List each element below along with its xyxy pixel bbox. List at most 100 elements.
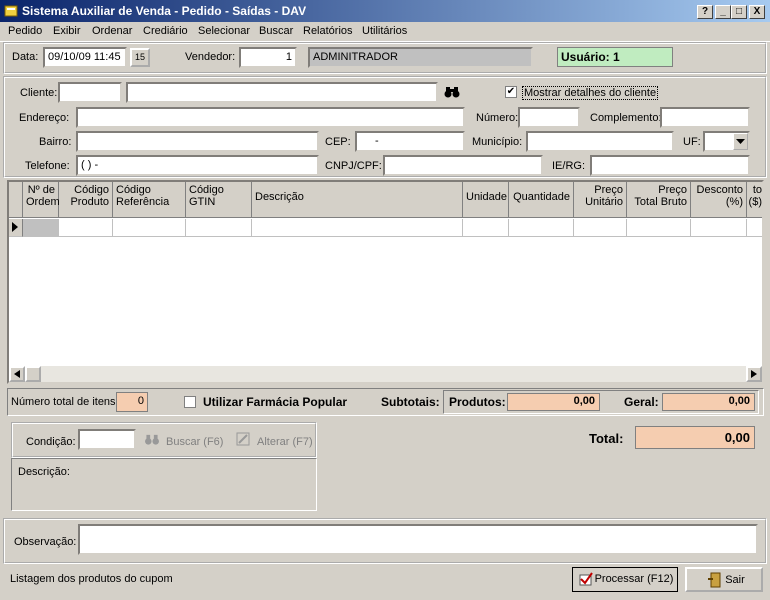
menu-exibir[interactable]: Exibir [53,25,81,37]
bairro-field[interactable] [76,131,319,152]
col-header-desconto-valor[interactable]: to ($) [747,182,762,218]
cliente-label: Cliente: [20,87,58,99]
mostrar-detalhes-checkbox[interactable]: ✔ [505,86,517,98]
numero-label: Número: [476,112,519,124]
table-cell[interactable] [691,219,747,237]
arrow-right-icon [751,370,757,378]
col-header-descricao[interactable]: Descrição [252,182,463,218]
farmacia-checkbox[interactable] [184,396,196,408]
grid-corner [9,182,23,218]
col-header-ordem[interactable]: Nº de Ordem [23,182,60,218]
cnpj-field[interactable] [383,155,543,176]
total-label: Total: [589,431,624,446]
sair-label: Sair [725,574,745,586]
menu-buscar[interactable]: Buscar [259,25,293,37]
chevron-down-icon [736,139,745,144]
uf-dropdown-button[interactable] [733,133,748,150]
table-cell[interactable] [747,219,762,237]
descricao-label: Descrição: [18,466,70,478]
table-cell[interactable] [574,219,627,237]
usuario-badge: Usuário: 1 [557,47,673,67]
municipio-field[interactable] [526,131,674,152]
col-header-codigo-gtin[interactable]: Código GTIN [186,182,252,218]
ie-field[interactable] [590,155,750,176]
menu-bar: Pedido Exibir Ordenar Crediário Selecion… [0,22,770,42]
cliente-name-field[interactable] [126,82,438,103]
col-header-unidade[interactable]: Unidade [463,182,509,218]
row-pointer-icon [12,222,18,232]
table-cell[interactable] [59,219,113,237]
cep-field[interactable]: - [355,131,465,152]
scroll-left-button[interactable] [9,366,25,382]
table-cell[interactable] [23,219,59,237]
geral-value: 0,00 [662,393,755,411]
scroll-thumb[interactable] [25,366,41,382]
menu-utilitarios[interactable]: Utilitários [362,25,407,37]
products-grid[interactable]: Nº de Ordem Código Produto Código Referênci… [7,180,764,384]
menu-pedido[interactable]: Pedido [8,25,42,37]
horizontal-scrollbar[interactable] [9,366,762,382]
uf-select[interactable] [703,131,750,152]
condicao-field[interactable] [78,429,136,450]
minimize-button[interactable]: _ [715,5,731,19]
vendedor-name-field: ADMINITRADOR [308,47,533,68]
ie-label: IE/RG: [552,160,586,172]
buscar-button[interactable]: Buscar (F6) [166,436,223,448]
processar-label: Processar (F12) [594,573,674,585]
col-header-codigo-produto[interactable]: Código Produto [59,182,113,218]
processar-button[interactable]: Processar (F12) [572,567,678,592]
endereco-field[interactable] [76,107,465,128]
maximize-button[interactable]: □ [731,5,747,19]
complemento-field[interactable] [660,107,750,128]
col-header-desconto-pct[interactable]: Desconto (%) [691,182,747,218]
close-button[interactable]: X [749,5,765,19]
calendar-button[interactable]: 15 [130,48,150,67]
complemento-label: Complemento: [590,112,662,124]
table-cell[interactable] [627,219,691,237]
telefone-field[interactable]: ( ) - [76,155,319,176]
data-label: Data: [12,51,39,63]
farmacia-label[interactable]: Utilizar Farmácia Popular [203,395,347,409]
observacao-field[interactable] [78,524,758,555]
menu-crediario[interactable]: Crediário [143,25,188,37]
edit-icon [236,432,250,446]
table-cell[interactable] [113,219,186,237]
status-text: Listagem dos produtos do cupom [10,573,173,585]
col-header-preco-unitario[interactable]: Preço Unitário [574,182,627,218]
menu-relatorios[interactable]: Relatórios [303,25,353,37]
produtos-value: 0,00 [507,393,600,411]
alterar-button[interactable]: Alterar (F7) [257,436,313,448]
table-cell[interactable] [252,219,463,237]
menu-ordenar[interactable]: Ordenar [92,25,132,37]
vendedor-code-field[interactable]: 1 [239,47,297,68]
endereco-label: Endereço: [19,112,70,124]
num-itens-label: Número total de itens: [11,396,119,408]
geral-label: Geral: [624,395,659,409]
help-button[interactable]: ? [697,5,713,19]
uf-label: UF: [683,136,701,148]
binoculars-icon[interactable] [444,85,460,99]
col-header-quantidade[interactable]: Quantidade [509,182,574,218]
data-field[interactable]: 09/10/09 11:45 [43,47,127,68]
cep-label: CEP: [325,136,351,148]
col-header-codigo-referencia[interactable]: Código Referência [113,182,186,218]
table-cell[interactable] [186,219,252,237]
condicao-label: Condição: [26,436,76,448]
produtos-label: Produtos: [449,395,506,409]
calendar-icon: 15 [134,52,145,62]
col-header-preco-total[interactable]: Preço Total Bruto [627,182,691,218]
app-icon [4,5,18,17]
binoculars-icon [145,434,159,445]
numero-field[interactable] [518,107,580,128]
sair-button[interactable]: Sair [685,567,763,592]
scroll-right-button[interactable] [746,366,762,382]
mostrar-detalhes-label[interactable]: Mostrar detalhes do cliente [522,86,659,100]
cnpj-label: CNPJ/CPF: [325,160,382,172]
table-cell[interactable] [463,219,509,237]
subtotais-label: Subtotais: [381,395,440,409]
menu-selecionar[interactable]: Selecionar [198,25,250,37]
cliente-code-field[interactable] [58,82,122,103]
municipio-label: Município: [472,136,523,148]
bairro-label: Bairro: [39,136,72,148]
table-cell[interactable] [509,219,574,237]
